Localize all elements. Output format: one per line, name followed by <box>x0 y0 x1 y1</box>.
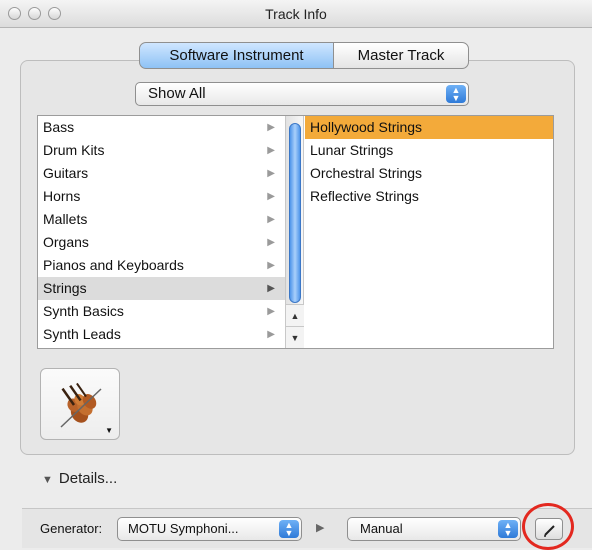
category-item[interactable]: Horns ▶ <box>38 185 285 208</box>
disclosure-arrow-icon: ▶ <box>267 214 275 225</box>
generator-value: MOTU Symphoni... <box>128 521 239 536</box>
show-filter-popup[interactable]: Show All ▲ ▼ <box>135 82 469 106</box>
category-item-selected[interactable]: Strings ▶ <box>38 277 285 300</box>
scroll-up-arrow-icon[interactable]: ▲ <box>286 304 304 326</box>
violin-icon <box>60 382 102 428</box>
tab-master-track[interactable]: Master Track <box>333 42 469 69</box>
scroll-down-arrow-icon[interactable]: ▼ <box>286 326 304 348</box>
category-item[interactable]: Mallets ▶ <box>38 208 285 231</box>
title-bar[interactable]: Track Info <box>0 0 592 28</box>
disclosure-arrow-icon: ▶ <box>267 329 275 340</box>
instrument-browser: Bass ▶ Drum Kits ▶ Guitars ▶ Horns ▶ Mallets… <box>37 115 554 349</box>
category-item[interactable]: Synth Leads ▶ <box>38 323 285 346</box>
disclosure-arrow-icon: ▶ <box>267 122 275 133</box>
generator-popup[interactable]: MOTU Symphoni... ▲ ▼ <box>117 517 302 541</box>
popup-arrows-icon: ▲ ▼ <box>498 520 518 538</box>
disclosure-arrow-icon: ▶ <box>267 168 275 179</box>
instrument-item[interactable]: Orchestral Strings <box>305 162 553 185</box>
disclosure-arrow-icon: ▶ <box>267 306 275 317</box>
show-filter-value: Show All <box>148 85 206 102</box>
disclosure-arrow-icon: ▶ <box>267 283 275 294</box>
instrument-list: Hollywood Strings Lunar Strings Orchestr… <box>305 116 553 348</box>
disclosure-arrow-icon: ▶ <box>267 191 275 202</box>
disclosure-triangle-icon: ▼ <box>42 474 53 486</box>
disclosure-arrow-icon: ▶ <box>267 260 275 271</box>
popup-arrows-icon: ▲ ▼ <box>446 85 466 103</box>
category-scrollbar[interactable]: ▲ ▼ <box>286 116 304 348</box>
highlight-circle <box>522 503 574 550</box>
scrollbar-thumb[interactable] <box>289 123 301 303</box>
disclosure-arrow-icon: ▶ <box>267 145 275 156</box>
category-item[interactable]: Bass ▶ <box>38 116 285 139</box>
category-item[interactable]: Synth Basics ▶ <box>38 300 285 323</box>
play-arrow-icon[interactable]: ▶ <box>316 521 324 534</box>
instrument-item-selected[interactable]: Hollywood Strings <box>305 116 553 139</box>
instrument-item[interactable]: Lunar Strings <box>305 139 553 162</box>
generator-label: Generator: <box>40 521 103 536</box>
details-disclosure[interactable]: ▼ Details... <box>42 470 117 487</box>
dropdown-arrow-icon: ▼ <box>105 426 113 435</box>
window-title: Track Info <box>265 6 327 22</box>
instrument-item[interactable]: Reflective Strings <box>305 185 553 208</box>
preset-value: Manual <box>360 521 403 536</box>
popup-arrows-icon: ▲ ▼ <box>279 520 299 538</box>
details-label: Details... <box>58 470 118 487</box>
category-item[interactable]: Pianos and Keyboards ▶ <box>38 254 285 277</box>
instrument-icon-button[interactable]: ▼ <box>40 368 120 440</box>
category-item[interactable]: Organs ▶ <box>38 231 285 254</box>
track-info-window: Track Info Software Instrument Master Tr… <box>0 0 592 550</box>
category-item[interactable]: Guitars ▶ <box>38 162 285 185</box>
tab-software-instrument[interactable]: Software Instrument <box>139 42 334 69</box>
preset-popup[interactable]: Manual ▲ ▼ <box>347 517 521 541</box>
category-item[interactable]: Drum Kits ▶ <box>38 139 285 162</box>
category-list: Bass ▶ Drum Kits ▶ Guitars ▶ Horns ▶ Mallets… <box>38 116 286 348</box>
disclosure-arrow-icon: ▶ <box>267 237 275 248</box>
